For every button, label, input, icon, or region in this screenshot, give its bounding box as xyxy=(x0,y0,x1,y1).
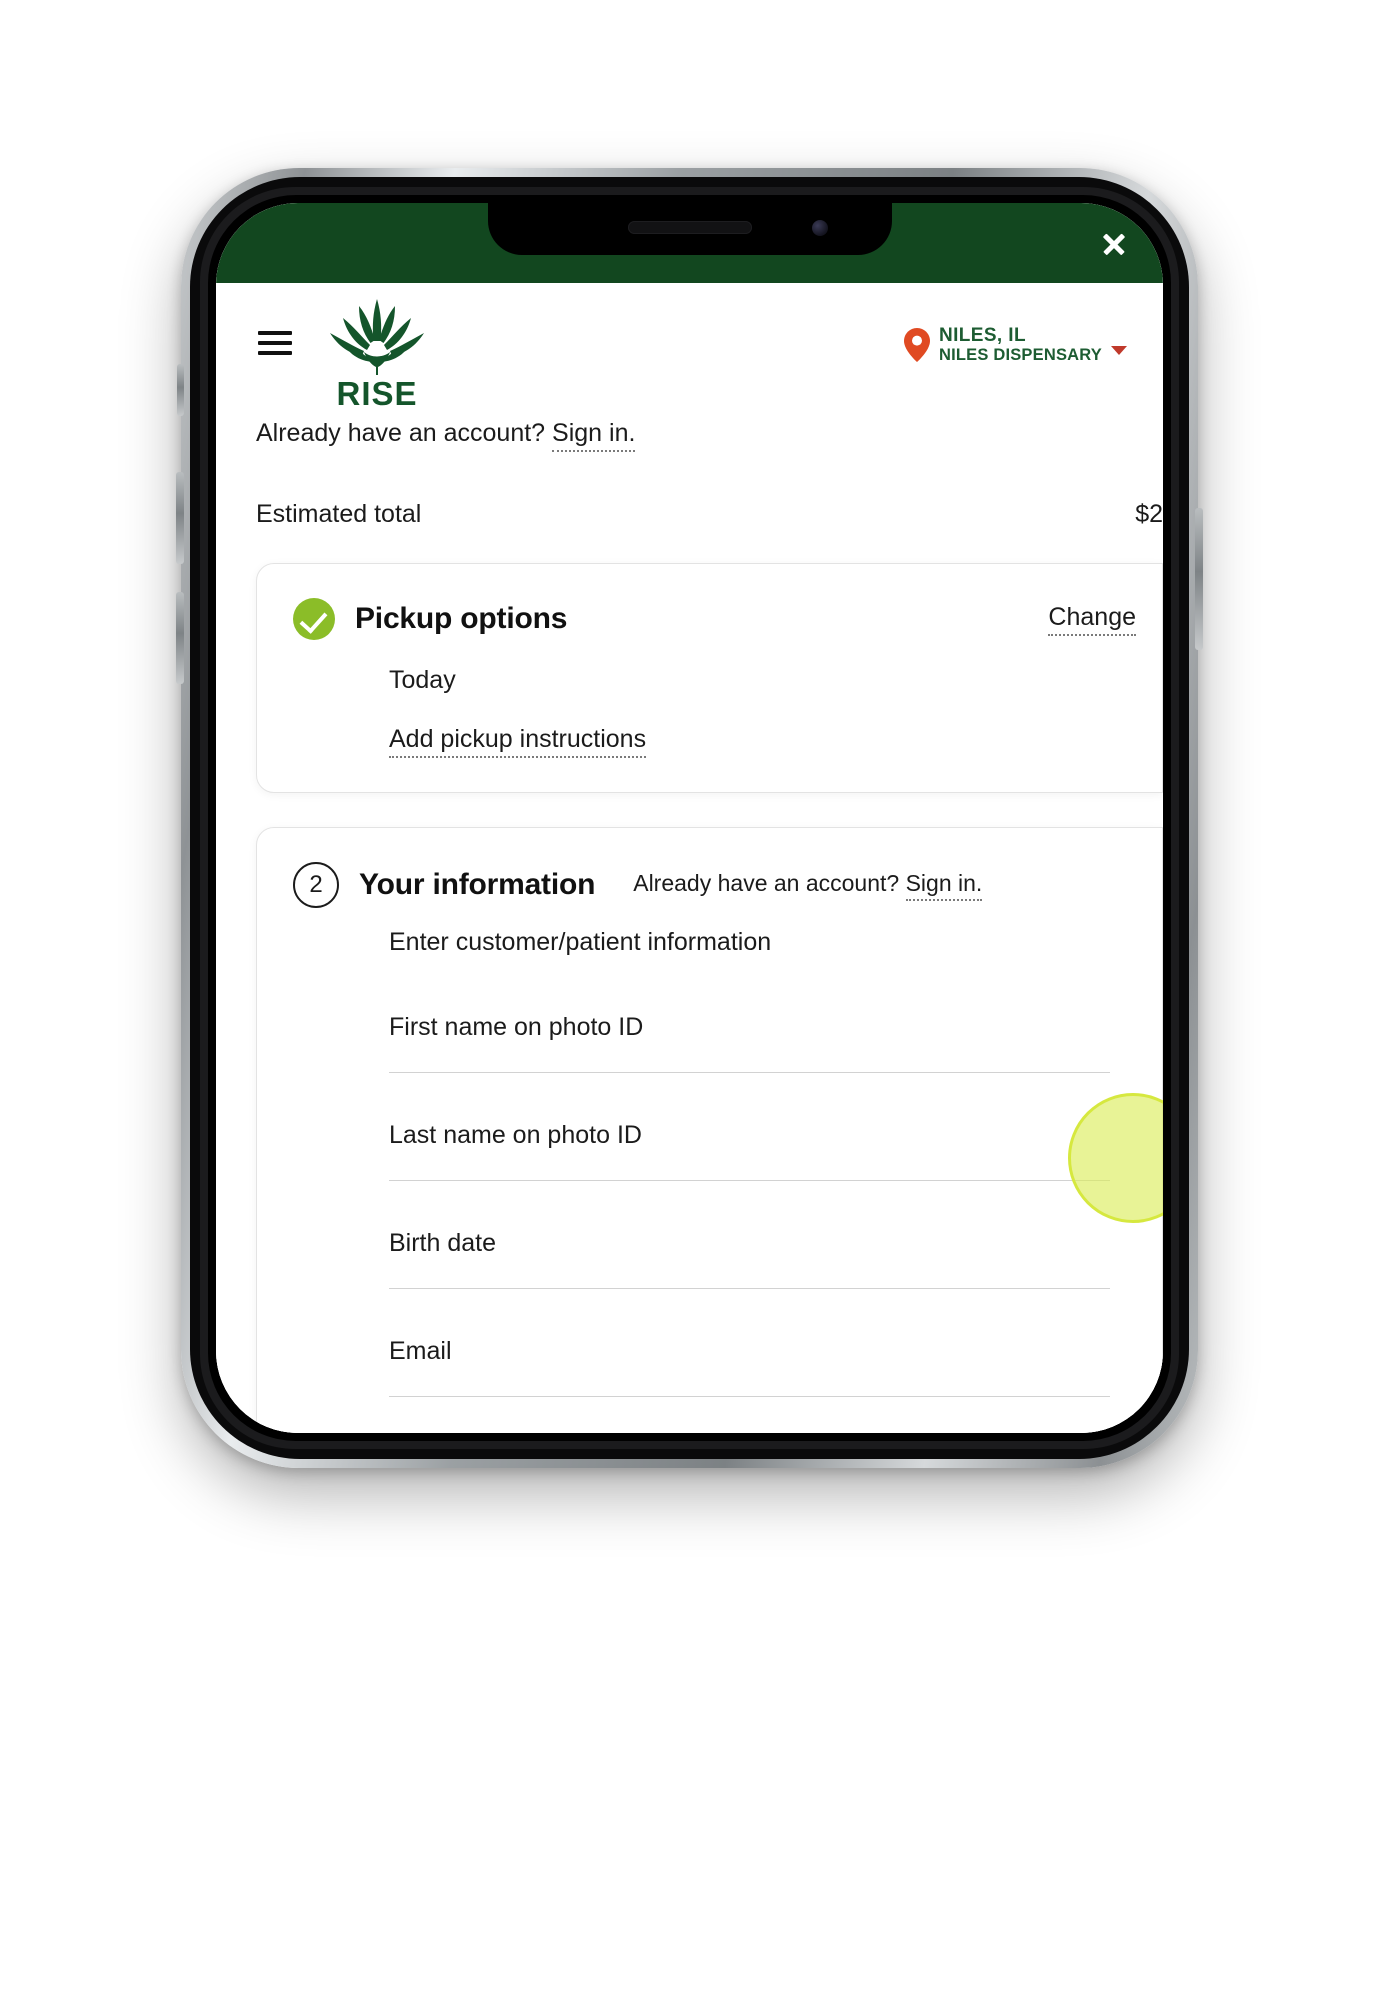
chevron-down-icon[interactable] xyxy=(1111,346,1127,356)
pickup-card-header: Pickup options Change xyxy=(293,598,1136,640)
pickup-change-link[interactable]: Change xyxy=(1048,603,1136,636)
account-prompt-row: Already have an account? Sign in. xyxy=(216,413,1163,452)
pickup-card-inner: Pickup options Change Today Add pickup i… xyxy=(257,598,1162,758)
earpiece-speaker xyxy=(627,221,752,234)
sign-in-link[interactable]: Sign in. xyxy=(552,419,636,452)
field-first-name[interactable]: First name on photo ID xyxy=(389,1013,1110,1073)
front-camera xyxy=(811,220,828,236)
field-last-name[interactable]: Last name on photo ID xyxy=(389,1121,1110,1181)
info-card-title: Your information xyxy=(359,868,596,901)
page-content: RISE NILES, IL NILES DISPENSARY Already … xyxy=(216,283,1163,1433)
power-button[interactable] xyxy=(1195,508,1203,650)
device-bezel: RISE NILES, IL NILES DISPENSARY Already … xyxy=(208,195,1171,1441)
info-account-prompt-text: Already have an account? xyxy=(633,869,900,896)
site-header: RISE NILES, IL NILES DISPENSARY xyxy=(216,283,1163,413)
checkout-app: RISE NILES, IL NILES DISPENSARY Already … xyxy=(216,203,1163,1433)
field-label-last-name: Last name on photo ID xyxy=(389,1121,642,1149)
field-label-first-name: First name on photo ID xyxy=(389,1013,644,1041)
info-card-inner: 2 Your information Already have an accou… xyxy=(257,862,1162,1433)
estimated-total-label: Estimated total xyxy=(256,500,422,528)
field-label-birth-date: Birth date xyxy=(389,1229,497,1257)
info-account-prompt: Already have an account? Sign in. xyxy=(633,869,983,901)
info-card-header: 2 Your information Already have an accou… xyxy=(293,862,1136,908)
volume-up-button[interactable] xyxy=(176,472,184,564)
store-locator-selector[interactable]: NILES, IL NILES DISPENSARY xyxy=(903,325,1127,365)
field-birth-date[interactable]: Birth date xyxy=(389,1229,1110,1289)
store-locator-text: NILES, IL NILES DISPENSARY xyxy=(939,325,1102,365)
field-underline xyxy=(389,1180,1110,1181)
phone-device: RISE NILES, IL NILES DISPENSARY Already … xyxy=(176,168,1203,1468)
rise-logo[interactable]: RISE xyxy=(314,297,440,410)
close-icon[interactable] xyxy=(1099,229,1129,259)
pickup-day: Today xyxy=(389,666,456,694)
field-underline xyxy=(389,1072,1110,1073)
add-pickup-instructions-link[interactable]: Add pickup instructions xyxy=(389,725,647,758)
form-subtitle: Enter customer/patient information xyxy=(389,928,772,956)
account-prompt-text: Already have an account? xyxy=(256,419,546,447)
your-information-card: 2 Your information Already have an accou… xyxy=(256,827,1163,1433)
mute-switch-button[interactable] xyxy=(177,364,184,416)
field-underline xyxy=(389,1396,1110,1397)
pickup-card-body: Today Add pickup instructions xyxy=(293,640,1136,758)
store-city: NILES, IL xyxy=(938,325,1026,346)
step-number-badge: 2 xyxy=(293,862,339,908)
device-notch xyxy=(487,203,892,255)
info-sign-in-link[interactable]: Sign in. xyxy=(905,870,983,901)
pickup-card-title: Pickup options xyxy=(355,602,568,635)
estimated-total-amount: $29 xyxy=(1135,500,1163,528)
map-pin-icon xyxy=(903,327,930,362)
customer-information-form: Enter customer/patient information First… xyxy=(293,908,1136,1433)
rise-leaf-logo-icon xyxy=(330,299,424,375)
hamburger-menu-icon[interactable] xyxy=(258,331,292,355)
field-email[interactable]: Email xyxy=(389,1337,1110,1397)
field-underline xyxy=(389,1288,1110,1289)
check-circle-icon xyxy=(293,598,335,640)
pickup-options-card: Pickup options Change Today Add pickup i… xyxy=(256,563,1163,793)
volume-down-button[interactable] xyxy=(176,592,184,684)
estimated-total-row: Estimated total $29 xyxy=(216,452,1163,529)
phone-screen: RISE NILES, IL NILES DISPENSARY Already … xyxy=(216,203,1163,1433)
field-label-email: Email xyxy=(389,1337,452,1365)
store-name: NILES DISPENSARY xyxy=(938,346,1102,365)
logo-wordmark: RISE xyxy=(336,375,418,412)
